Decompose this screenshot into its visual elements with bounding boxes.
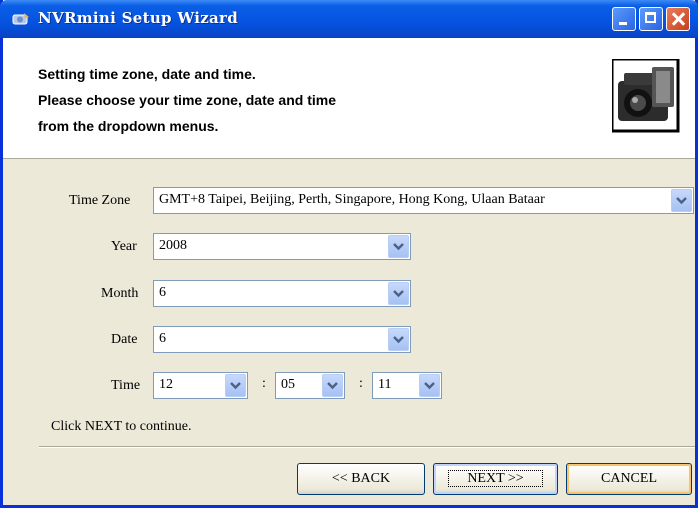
chevron-down-icon[interactable] bbox=[671, 189, 692, 212]
minute-value: 05 bbox=[281, 377, 295, 392]
maximize-button[interactable] bbox=[639, 7, 663, 31]
back-button[interactable]: << BACK bbox=[297, 463, 425, 495]
header-line-2: Please choose your time zone, date and t… bbox=[38, 92, 336, 108]
date-label: Date bbox=[111, 332, 138, 347]
window-title: NVRmini Setup Wizard bbox=[38, 9, 239, 27]
timezone-select[interactable]: GMT+8 Taipei, Beijing, Perth, Singapore,… bbox=[153, 187, 694, 214]
date-select[interactable]: 6 bbox=[153, 326, 411, 353]
year-select[interactable]: 2008 bbox=[153, 233, 411, 260]
next-button-label: NEXT >> bbox=[448, 470, 543, 487]
status-text: Click NEXT to continue. bbox=[51, 419, 192, 434]
title-bar[interactable]: NVRmini Setup Wizard bbox=[0, 0, 698, 38]
hour-select[interactable]: 12 bbox=[153, 372, 248, 399]
chevron-down-icon[interactable] bbox=[388, 328, 409, 351]
month-label: Month bbox=[101, 286, 139, 301]
close-button[interactable] bbox=[666, 7, 690, 31]
second-value: 11 bbox=[378, 377, 392, 392]
chevron-down-icon[interactable] bbox=[225, 374, 246, 397]
header-instructions: Setting time zone, date and time. Please… bbox=[38, 61, 336, 139]
year-value: 2008 bbox=[159, 238, 187, 253]
setup-wizard-window: NVRmini Setup Wizard Setting time zone, … bbox=[0, 0, 698, 508]
chevron-down-icon[interactable] bbox=[322, 374, 343, 397]
next-button[interactable]: NEXT >> bbox=[433, 463, 558, 495]
time-separator: : bbox=[262, 376, 266, 391]
divider bbox=[39, 446, 695, 448]
header-line-3: from the dropdown menus. bbox=[38, 118, 219, 134]
header-line-1: Setting time zone, date and time. bbox=[38, 66, 256, 82]
second-select[interactable]: 11 bbox=[372, 372, 442, 399]
timezone-value: GMT+8 Taipei, Beijing, Perth, Singapore,… bbox=[159, 192, 545, 207]
chevron-down-icon[interactable] bbox=[388, 282, 409, 305]
month-select[interactable]: 6 bbox=[153, 280, 411, 307]
time-label: Time bbox=[111, 378, 141, 393]
timezone-label: Time Zone bbox=[69, 193, 131, 208]
camera-icon bbox=[612, 59, 680, 133]
cancel-button[interactable]: CANCEL bbox=[566, 463, 692, 495]
date-value: 6 bbox=[159, 331, 166, 346]
chevron-down-icon[interactable] bbox=[419, 374, 440, 397]
time-separator: : bbox=[359, 376, 363, 391]
minute-select[interactable]: 05 bbox=[275, 372, 345, 399]
year-label: Year bbox=[111, 239, 137, 254]
month-value: 6 bbox=[159, 285, 166, 300]
minimize-button[interactable] bbox=[612, 7, 636, 31]
hour-value: 12 bbox=[159, 377, 173, 392]
wizard-header: Setting time zone, date and time. Please… bbox=[3, 38, 695, 159]
chevron-down-icon[interactable] bbox=[388, 235, 409, 258]
wizard-app-icon bbox=[12, 13, 29, 25]
